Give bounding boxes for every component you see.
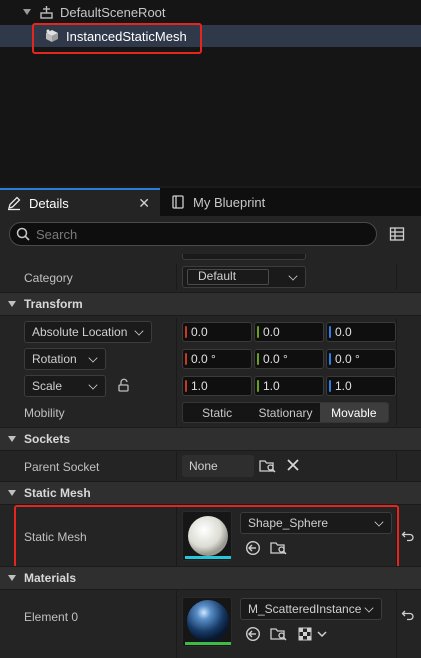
section-title: Materials bbox=[24, 571, 77, 585]
tab-details[interactable]: Details ✕ bbox=[0, 188, 160, 216]
scale-y-value: 1.0 bbox=[263, 379, 280, 393]
location-y-field[interactable]: 0.0 bbox=[254, 322, 324, 342]
scale-x-field[interactable]: 1.0 bbox=[182, 376, 252, 396]
chevron-down-icon bbox=[88, 380, 98, 390]
section-title: Static Mesh bbox=[24, 486, 91, 500]
scale-mode-dropdown[interactable]: Scale bbox=[24, 375, 106, 397]
table-view-icon[interactable] bbox=[389, 226, 405, 242]
section-static-mesh[interactable]: Static Mesh bbox=[0, 481, 421, 505]
location-label: Absolute Location bbox=[32, 325, 128, 339]
chevron-down-icon bbox=[134, 326, 144, 336]
rotation-z-value: 0.0 ° bbox=[335, 352, 360, 366]
rotation-row: Rotation 0.0 ° 0.0 ° 0.0 ° bbox=[0, 345, 421, 372]
expand-arrow-icon[interactable] bbox=[22, 8, 32, 16]
partial-row bbox=[0, 254, 421, 264]
location-z-value: 0.0 bbox=[335, 325, 352, 339]
rotation-y-field[interactable]: 0.0 ° bbox=[254, 349, 324, 369]
book-icon bbox=[170, 194, 186, 210]
chevron-down-icon bbox=[88, 353, 98, 363]
rotation-y-value: 0.0 ° bbox=[263, 352, 288, 366]
collapse-arrow-icon bbox=[8, 301, 16, 307]
tab-label: My Blueprint bbox=[193, 194, 266, 210]
collapse-arrow-icon bbox=[8, 436, 16, 442]
scale-z-value: 1.0 bbox=[335, 379, 352, 393]
scale-z-field[interactable]: 1.0 bbox=[326, 376, 396, 396]
mobility-row: Mobility Static Stationary Movable bbox=[0, 399, 421, 426]
mobility-selector: Static Stationary Movable bbox=[182, 402, 389, 423]
location-mode-dropdown[interactable]: Absolute Location bbox=[24, 321, 152, 343]
location-row: Absolute Location 0.0 0.0 0.0 bbox=[0, 318, 421, 345]
pencil-icon bbox=[6, 195, 22, 211]
location-x-field[interactable]: 0.0 bbox=[182, 322, 252, 342]
parent-socket-label: Parent Socket bbox=[24, 460, 100, 474]
section-sockets[interactable]: Sockets bbox=[0, 427, 421, 451]
browse-folder-icon[interactable] bbox=[259, 458, 277, 474]
highlight-box bbox=[14, 505, 399, 569]
location-x-value: 0.0 bbox=[191, 325, 208, 339]
components-tree: DefaultSceneRoot InstancedStaticMesh bbox=[0, 0, 421, 186]
rotation-x-value: 0.0 ° bbox=[191, 352, 216, 366]
rotation-label: Rotation bbox=[32, 352, 77, 366]
mobility-label: Mobility bbox=[24, 406, 65, 420]
use-selected-asset-icon[interactable] bbox=[245, 626, 261, 642]
checker-material-icon[interactable] bbox=[298, 626, 330, 642]
reset-arrow-icon[interactable] bbox=[401, 608, 415, 622]
search-field[interactable] bbox=[9, 222, 377, 246]
mobility-static-option[interactable]: Static bbox=[183, 403, 251, 422]
tab-label: Details bbox=[29, 195, 69, 211]
scene-root-icon bbox=[38, 4, 54, 20]
collapse-arrow-icon bbox=[8, 490, 16, 496]
element-0-label: Element 0 bbox=[24, 610, 79, 624]
search-bar bbox=[0, 216, 421, 254]
tab-bar: Details ✕ My Blueprint bbox=[0, 188, 421, 216]
scale-row: Scale 1.0 1.0 1.0 bbox=[0, 372, 421, 399]
mobility-movable-option[interactable]: Movable bbox=[319, 403, 388, 422]
scale-label: Scale bbox=[32, 379, 63, 393]
tree-item-default-scene-root[interactable]: DefaultSceneRoot bbox=[0, 1, 421, 23]
parent-socket-value[interactable]: None bbox=[182, 455, 254, 477]
location-z-field[interactable]: 0.0 bbox=[326, 322, 396, 342]
chevron-down-icon bbox=[288, 271, 298, 281]
details-panel: Category Default Transform Absolute Loca… bbox=[0, 254, 421, 658]
material-thumbnail[interactable] bbox=[182, 597, 232, 647]
category-row: Category Default bbox=[0, 264, 421, 290]
browse-folder-icon[interactable] bbox=[270, 626, 288, 642]
section-materials[interactable]: Materials bbox=[0, 566, 421, 590]
partial-field bbox=[182, 254, 306, 260]
section-title: Transform bbox=[24, 297, 83, 311]
tab-my-blueprint[interactable]: My Blueprint bbox=[164, 188, 314, 216]
close-icon[interactable]: ✕ bbox=[138, 195, 150, 212]
static-mesh-row: Static Mesh Shape_Sphere bbox=[0, 505, 421, 569]
reset-arrow-icon[interactable] bbox=[401, 529, 415, 543]
rotation-z-field[interactable]: 0.0 ° bbox=[326, 349, 396, 369]
rotation-x-field[interactable]: 0.0 ° bbox=[182, 349, 252, 369]
collapse-arrow-icon bbox=[8, 575, 16, 581]
category-value: Default bbox=[198, 269, 237, 283]
section-transform[interactable]: Transform bbox=[0, 292, 421, 316]
highlight-box bbox=[32, 23, 202, 54]
clear-x-icon[interactable] bbox=[286, 458, 300, 472]
location-y-value: 0.0 bbox=[263, 325, 280, 339]
parent-socket-row: Parent Socket None bbox=[0, 452, 421, 480]
scale-x-value: 1.0 bbox=[191, 379, 208, 393]
tree-item-label: DefaultSceneRoot bbox=[60, 4, 166, 20]
search-input[interactable] bbox=[36, 226, 356, 242]
chevron-down-icon bbox=[364, 603, 374, 613]
mobility-stationary-option[interactable]: Stationary bbox=[251, 403, 319, 422]
section-title: Sockets bbox=[24, 432, 71, 446]
search-icon bbox=[16, 227, 30, 241]
scale-y-field[interactable]: 1.0 bbox=[254, 376, 324, 396]
element-0-row: Element 0 M_ScatteredInstance bbox=[0, 591, 421, 658]
rotation-mode-dropdown[interactable]: Rotation bbox=[24, 348, 106, 370]
material-value: M_ScatteredInstance bbox=[248, 602, 362, 616]
category-dropdown[interactable]: Default bbox=[182, 266, 306, 288]
category-label: Category bbox=[24, 271, 73, 285]
material-dropdown[interactable]: M_ScatteredInstance bbox=[240, 598, 382, 620]
lock-icon[interactable] bbox=[116, 377, 132, 393]
